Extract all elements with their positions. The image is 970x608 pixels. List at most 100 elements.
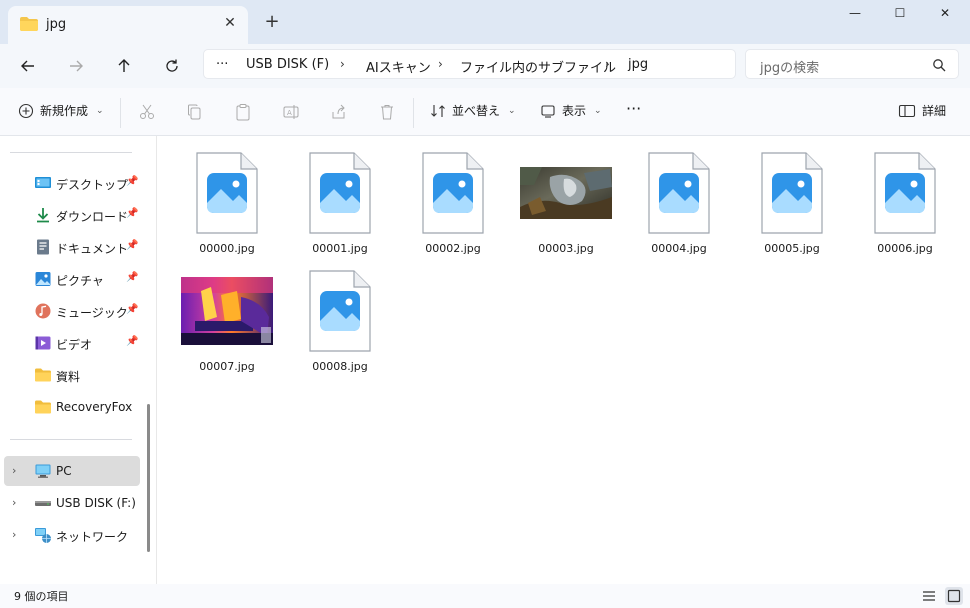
sidebar-item-music[interactable]: ミュージック 📌 — [0, 296, 140, 326]
chevron-down-icon: ⌄ — [96, 105, 104, 116]
details-button[interactable]: 詳細 — [898, 102, 946, 119]
search-placeholder: jpgの検索 — [760, 61, 820, 76]
image-file-icon — [290, 148, 390, 238]
tab-jpg[interactable]: jpg ✕ — [8, 6, 248, 44]
arrow-up-icon — [118, 59, 130, 72]
forward-button[interactable] — [62, 52, 90, 80]
pin-icon: 📌 — [126, 304, 139, 315]
arrow-left-icon — [21, 60, 34, 72]
breadcrumb-subfiles[interactable]: ファイル内のサブファイル — [460, 57, 616, 76]
file-name: 00004.jpg — [651, 242, 707, 255]
up-button[interactable] — [110, 52, 138, 80]
search-box[interactable]: jpgの検索 — [745, 49, 959, 79]
chevron-right-icon[interactable]: › — [12, 464, 16, 477]
trash-icon[interactable] — [378, 103, 396, 121]
file-item-00008[interactable]: 00008.jpg — [290, 266, 390, 378]
download-icon — [37, 208, 49, 223]
rename-icon[interactable]: A — [282, 103, 300, 121]
breadcrumb-separator[interactable]: › — [605, 57, 610, 71]
image-file-icon — [629, 148, 729, 238]
divider — [413, 98, 414, 128]
status-bar: 9 個の項目 — [0, 584, 970, 608]
file-name: 00002.jpg — [425, 242, 481, 255]
sort-label: 並べ替え — [452, 104, 501, 118]
file-item-00000[interactable]: 00000.jpg — [177, 148, 277, 260]
divider — [10, 152, 132, 153]
pin-icon: 📌 — [126, 208, 139, 219]
pin-icon: 📌 — [126, 240, 139, 251]
svg-text:A: A — [287, 109, 292, 117]
chevron-right-icon[interactable]: › — [12, 496, 16, 509]
breadcrumb-more[interactable]: ··· — [216, 57, 228, 72]
address-row: ··· USB DISK (F) › AIスキャン › ファイル内のサブファイル… — [0, 44, 970, 88]
file-item-00005[interactable]: 00005.jpg — [742, 148, 842, 260]
search-icon[interactable] — [932, 58, 946, 72]
cut-icon[interactable] — [138, 103, 156, 121]
image-file-icon — [855, 148, 955, 238]
file-item-00002[interactable]: 00002.jpg — [403, 148, 503, 260]
file-item-00004[interactable]: 00004.jpg — [629, 148, 729, 260]
network-icon — [35, 528, 51, 543]
file-name: 00003.jpg — [538, 242, 594, 255]
chevron-down-icon: ⌄ — [594, 105, 602, 116]
new-label: 新規作成 — [40, 104, 89, 118]
pin-icon: 📌 — [126, 336, 139, 347]
view-label: 表示 — [562, 104, 587, 118]
pin-icon: 📌 — [126, 272, 139, 283]
close-window-button[interactable]: ✕ — [930, 6, 960, 26]
breadcrumb-ai-scan[interactable]: AIスキャン — [366, 57, 431, 76]
divider — [10, 439, 132, 440]
minimize-button[interactable]: — — [840, 6, 870, 26]
sidebar-item-network[interactable]: › ネットワーク — [0, 520, 140, 550]
tab-close-button[interactable]: ✕ — [221, 14, 239, 32]
sort-button[interactable]: 並べ替え ⌄ — [430, 102, 516, 119]
file-name: 00000.jpg — [199, 242, 255, 255]
folder-icon — [35, 400, 51, 414]
view-button[interactable]: 表示 ⌄ — [540, 102, 602, 119]
file-item-00003[interactable]: 00003.jpg — [516, 148, 616, 260]
plus-circle-icon — [18, 103, 34, 118]
sidebar-item-documents[interactable]: ドキュメント 📌 — [0, 232, 140, 262]
breadcrumb-usb-disk[interactable]: USB DISK (F) — [246, 57, 329, 72]
chevron-right-icon[interactable]: › — [12, 528, 16, 541]
sidebar-item-recoveryfox[interactable]: RecoveryFox — [0, 392, 140, 422]
sidebar-item-downloads[interactable]: ダウンロード 📌 — [0, 200, 140, 230]
sidebar-item-videos[interactable]: ビデオ 📌 — [0, 328, 140, 358]
sidebar-item-pictures[interactable]: ピクチャ 📌 — [0, 264, 140, 294]
sidebar-item-desktop[interactable]: デスクトップ 📌 — [0, 168, 140, 198]
sidebar-item-label: ダウンロード — [56, 210, 129, 224]
share-icon[interactable] — [330, 103, 348, 121]
sidebar-item-usb-disk[interactable]: › USB DISK (F:) — [0, 488, 140, 518]
sidebar-scrollbar[interactable] — [147, 404, 150, 552]
large-icons-view-icon[interactable] — [945, 587, 963, 605]
details-view-icon[interactable] — [920, 587, 938, 605]
file-item-00007[interactable]: 00007.jpg — [177, 266, 277, 378]
folder-icon — [35, 368, 51, 382]
breadcrumb-separator[interactable]: › — [438, 57, 443, 71]
pin-icon: 📌 — [126, 176, 139, 187]
image-file-icon — [742, 148, 842, 238]
new-button[interactable]: 新規作成 ⌄ — [18, 102, 104, 119]
new-tab-button[interactable]: + — [262, 13, 282, 33]
sidebar-item-pc[interactable]: › PC — [4, 456, 140, 486]
view-icon — [541, 104, 555, 118]
back-button[interactable] — [14, 52, 42, 80]
document-icon — [37, 239, 49, 255]
title-bar: jpg ✕ + — ☐ ✕ — [0, 0, 970, 44]
refresh-button[interactable] — [158, 52, 186, 80]
tab-title: jpg — [46, 17, 67, 32]
breadcrumb-jpg[interactable]: jpg — [628, 57, 648, 72]
navigation-pane: デスクトップ 📌 ダウンロード 📌 ドキュメント 📌 ピクチャ 📌 ミュージック… — [0, 136, 157, 584]
sidebar-item-label: デスクトップ — [56, 178, 129, 192]
file-item-00006[interactable]: 00006.jpg — [855, 148, 955, 260]
address-bar[interactable]: ··· USB DISK (F) › AIスキャン › ファイル内のサブファイル… — [203, 49, 736, 79]
sidebar-item-label: ビデオ — [56, 338, 93, 352]
file-item-00001[interactable]: 00001.jpg — [290, 148, 390, 260]
paste-icon[interactable] — [234, 103, 252, 121]
maximize-button[interactable]: ☐ — [885, 6, 915, 26]
more-options-button[interactable]: ··· — [626, 99, 641, 118]
sidebar-item-shiryo[interactable]: 資料 — [0, 360, 140, 390]
breadcrumb-separator[interactable]: › — [340, 57, 345, 71]
sidebar-item-label: PC — [56, 464, 72, 478]
copy-icon[interactable] — [186, 103, 204, 121]
